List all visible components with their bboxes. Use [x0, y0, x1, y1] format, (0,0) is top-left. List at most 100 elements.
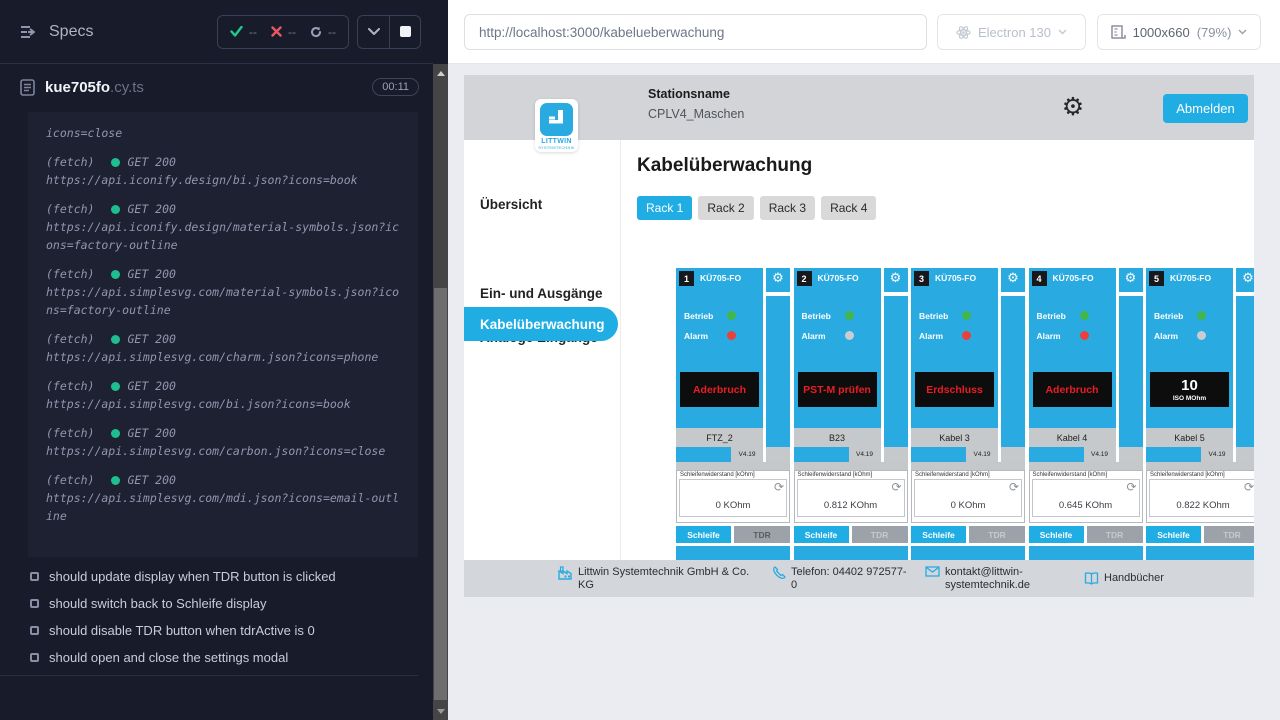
cable-name: B23 — [794, 428, 881, 447]
log-entry: (fetch)GET 200 https://api.iconify.desig… — [46, 153, 402, 189]
schleife-button[interactable]: Schleife — [676, 526, 731, 543]
status-dot — [111, 382, 120, 391]
footer-company: Littwin Systemtechnik GmbH & Co. KG — [558, 566, 754, 592]
firmware-version: V4.19 — [849, 447, 881, 462]
firmware-version: V4.19 — [1084, 447, 1116, 462]
refresh-icon[interactable]: ⟳ — [774, 480, 784, 494]
app-footer: Littwin Systemtechnik GmbH & Co. KG Tele… — [464, 560, 1254, 597]
collapse-chevron-icon[interactable] — [358, 16, 389, 48]
stat-passed-count: -- — [249, 25, 257, 39]
url-input[interactable] — [464, 14, 927, 50]
app-under-test: Stationsname CPLV4_Maschen ⚙ Abmelden LI… — [464, 75, 1254, 597]
scroll-up-icon[interactable] — [433, 66, 448, 80]
divider — [884, 292, 908, 296]
spec-elapsed-time: 00:11 — [372, 78, 419, 96]
test-list: should update display when TDR button is… — [0, 563, 418, 676]
card-section — [1146, 546, 1254, 560]
specs-menu-icon[interactable] — [20, 25, 39, 39]
test-item[interactable]: should open and close the settings modal — [0, 644, 418, 671]
divider — [911, 462, 1025, 470]
page-root: Specs -- -- -- — [0, 0, 1280, 720]
browser-select[interactable]: Electron 130 — [937, 14, 1086, 50]
failed-x-icon — [271, 26, 282, 37]
stat-failed[interactable]: -- — [271, 25, 296, 39]
status-dot — [111, 270, 120, 279]
alarm-led — [727, 331, 736, 340]
betrieb-led — [1197, 311, 1206, 320]
device-cards: 1KÜ705-FO Betrieb Alarm Aderbruch FTZ_2 — [676, 268, 1254, 560]
stop-icon — [400, 26, 411, 37]
device-model: KÜ705-FO — [700, 273, 741, 283]
scroll-down-icon[interactable] — [433, 704, 448, 718]
measurement-box: Schleifenwiderstand [kOhm] ⟳ 0 KOhm — [676, 470, 790, 523]
nav-item-uebersicht[interactable]: Übersicht — [480, 197, 542, 212]
card-settings-icon[interactable]: ⚙ — [1119, 269, 1143, 289]
scrollbar-thumb[interactable] — [434, 288, 447, 700]
measurement-box: Schleifenwiderstand [kOhm] ⟳ 0 KOhm — [911, 470, 1025, 523]
device-card-5: 5KÜ705-FO Betrieb Alarm 10 ISO MOhm Kabe… — [1146, 268, 1254, 560]
tab-rack-1[interactable]: Rack 1 — [637, 196, 692, 220]
page-title: Kabelüberwachung — [637, 155, 812, 177]
status-dot — [111, 205, 120, 214]
refresh-icon[interactable]: ⟳ — [891, 480, 901, 494]
log-entry: (fetch)GET 200 https://api.simplesvg.com… — [46, 265, 402, 319]
divider — [1119, 292, 1143, 296]
card-settings-icon[interactable]: ⚙ — [766, 269, 790, 289]
spec-file-name: kue705fo.cy.ts — [45, 79, 144, 96]
status-display: 10 ISO MOhm — [1150, 372, 1229, 407]
device-card-1: 1KÜ705-FO Betrieb Alarm Aderbruch FTZ_2 — [676, 268, 790, 560]
tdr-button[interactable]: TDR — [734, 526, 790, 543]
log-url-partial: icons=close — [46, 124, 402, 142]
test-item[interactable]: should switch back to Schleife display — [0, 590, 418, 617]
schleife-button[interactable]: Schleife — [1029, 526, 1084, 543]
station-label: Stationsname — [648, 87, 744, 101]
test-item[interactable]: should disable TDR button when tdrActive… — [0, 617, 418, 644]
nav-item-ein-und-ausgaenge[interactable]: Ein- und Ausgänge — [480, 286, 603, 301]
schleife-button[interactable]: Schleife — [1146, 526, 1201, 543]
brand-name: LITTWIN — [541, 138, 571, 145]
card-section — [676, 546, 790, 560]
card-settings-icon[interactable]: ⚙ — [1001, 269, 1025, 289]
schleife-button[interactable]: Schleife — [794, 526, 849, 543]
schleife-button[interactable]: Schleife — [911, 526, 966, 543]
device-card-3: 3KÜ705-FO Betrieb Alarm Erdschluss Kabel… — [911, 268, 1025, 560]
card-settings-icon[interactable]: ⚙ — [884, 269, 908, 289]
tab-rack-3[interactable]: Rack 3 — [760, 196, 815, 220]
stat-pending[interactable]: -- — [310, 25, 336, 39]
status-dot — [111, 476, 120, 485]
refresh-icon[interactable]: ⟳ — [1126, 480, 1136, 494]
logout-button[interactable]: Abmelden — [1163, 94, 1248, 123]
nav-item-kabelueberwachung-active[interactable]: Kabelüberwachung — [464, 307, 618, 341]
refresh-icon[interactable]: ⟳ — [1009, 480, 1019, 494]
alarm-led — [1080, 331, 1089, 340]
footer-email[interactable]: kontakt@littwin-systemtechnik.de — [925, 566, 1054, 592]
phone-icon — [772, 566, 786, 580]
app-header: Stationsname CPLV4_Maschen ⚙ Abmelden — [464, 75, 1254, 140]
settings-gear-icon[interactable]: ⚙ — [1058, 92, 1088, 122]
spec-file-row[interactable]: kue705fo.cy.ts 00:11 — [0, 64, 433, 110]
stat-pending-count: -- — [328, 25, 336, 39]
slot-number: 4 — [1032, 271, 1047, 286]
tdr-button[interactable]: TDR — [969, 526, 1025, 543]
viewport-select[interactable]: 1000x660 (79%) — [1097, 14, 1261, 50]
specs-title[interactable]: Specs — [20, 23, 93, 41]
spec-file-ext: .cy.ts — [110, 79, 144, 96]
refresh-icon[interactable]: ⟳ — [1244, 480, 1254, 494]
measurement-value: 0.812 KOhm — [798, 500, 904, 511]
test-item[interactable]: should update display when TDR button is… — [0, 563, 418, 590]
log-entry: (fetch)GET 200 https://api.simplesvg.com… — [46, 377, 402, 413]
card-section — [911, 546, 1025, 560]
measurement-value: 0.645 KOhm — [1033, 500, 1139, 511]
footer-manuals-link[interactable]: Handbücher — [1084, 572, 1164, 585]
tab-rack-2[interactable]: Rack 2 — [698, 196, 753, 220]
tdr-button[interactable]: TDR — [1087, 526, 1143, 543]
card-settings-icon[interactable]: ⚙ — [1236, 269, 1254, 289]
tab-rack-4[interactable]: Rack 4 — [821, 196, 876, 220]
stat-passed[interactable]: -- — [230, 25, 257, 39]
tdr-button[interactable]: TDR — [852, 526, 908, 543]
divider — [884, 447, 908, 462]
tdr-button[interactable]: TDR — [1204, 526, 1254, 543]
log-entry: (fetch)GET 200 https://api.simplesvg.com… — [46, 471, 402, 525]
stop-button[interactable] — [389, 16, 420, 48]
betrieb-led — [727, 311, 736, 320]
